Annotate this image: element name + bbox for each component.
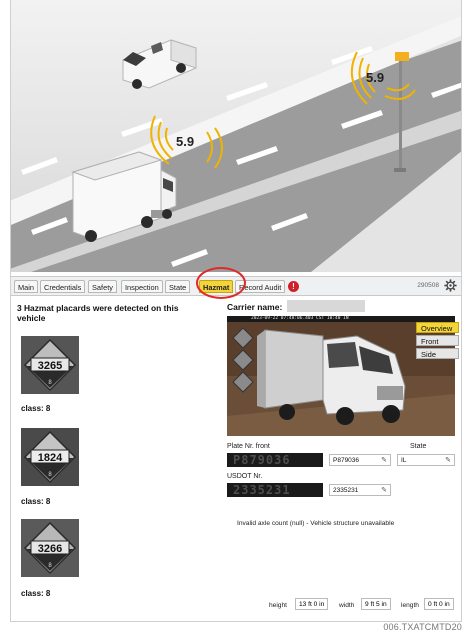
record-number: 290508 <box>417 282 439 289</box>
height-field[interactable]: 13 ft 0 in <box>295 598 329 610</box>
alert-badge-icon: ! <box>288 281 299 292</box>
placard-2-un-number: 1824 <box>38 452 63 464</box>
height-label: height <box>269 602 287 609</box>
placard-2-class-label: class: 8 <box>21 497 51 506</box>
usdot-label: USDOT Nr. <box>227 473 263 480</box>
tab-state[interactable]: State <box>165 280 191 293</box>
app-frame: 5.9 5.9 Main Credentials Safety Inspecti… <box>10 0 462 622</box>
hazmat-detection-title: 3 Hazmat placards were detected on this … <box>17 303 179 323</box>
plate-number-field[interactable]: P879036 ✎ <box>329 454 391 466</box>
length-field[interactable]: 0 ft 0 in <box>424 598 454 610</box>
edit-pencil-icon[interactable]: ✎ <box>381 456 387 465</box>
speed-near-label: 5.9 <box>176 134 194 149</box>
view-front-button[interactable]: Front <box>416 335 459 346</box>
plate-image: P879036 <box>227 453 323 467</box>
plate-label: Plate Nr. front <box>227 443 270 450</box>
road-scene: 5.9 5.9 <box>11 0 461 272</box>
camera-timestamp: 2023-09-22 07:48:06.403 CST 10:40 IN <box>251 316 349 321</box>
hero-illustration: 5.9 5.9 <box>11 0 461 272</box>
usdot-number-field[interactable]: 2335231 ✎ <box>329 484 391 496</box>
settings-gear-icon[interactable] <box>444 279 457 294</box>
width-field[interactable]: 9 ft 5 in <box>361 598 391 610</box>
camera-image: 2023-09-22 07:48:06.403 CST 10:40 IN <box>227 316 455 436</box>
placard-1-class-label: class: 8 <box>21 404 51 413</box>
tab-credentials[interactable]: Credentials <box>40 280 86 293</box>
usdot-number-value: 2335231 <box>333 487 359 494</box>
carrier-name-value-redacted <box>287 300 365 312</box>
usdot-image: 2335231 <box>227 483 323 497</box>
state-field[interactable]: IL ✎ <box>397 454 455 466</box>
width-label: width <box>339 602 355 609</box>
plate-number-value: P879036 <box>333 457 360 464</box>
state-value: IL <box>401 457 407 464</box>
edit-pencil-icon[interactable]: ✎ <box>445 456 451 465</box>
view-side-button[interactable]: Side <box>416 348 459 359</box>
placard-3-un-number: 3266 <box>38 543 62 555</box>
tab-main[interactable]: Main <box>14 280 39 293</box>
hazmat-placard-2: 1824 8 <box>21 428 79 486</box>
hazmat-placard-1: 3265 8 <box>21 336 79 394</box>
axle-status-message: Invalid axle count (null) - Vehicle stru… <box>237 520 395 527</box>
length-label: length <box>401 602 419 609</box>
tab-inspection[interactable]: Inspection <box>121 280 163 293</box>
hazmat-placard-3: 3266 8 <box>21 519 79 577</box>
hazmat-tab-highlight-ring <box>196 267 246 299</box>
tab-safety[interactable]: Safety <box>88 280 117 293</box>
edit-pencil-icon[interactable]: ✎ <box>381 486 387 495</box>
carrier-name-label: Carrier name: <box>227 302 283 312</box>
view-overview-button[interactable]: Overview <box>416 322 459 333</box>
state-label: State <box>410 443 427 450</box>
speed-far-label: 5.9 <box>366 70 384 85</box>
placard-1-un-number: 3265 <box>38 360 62 372</box>
placard-3-class-label: class: 8 <box>21 589 51 598</box>
figure-caption: 006.TXATCMTD20 <box>383 622 462 632</box>
